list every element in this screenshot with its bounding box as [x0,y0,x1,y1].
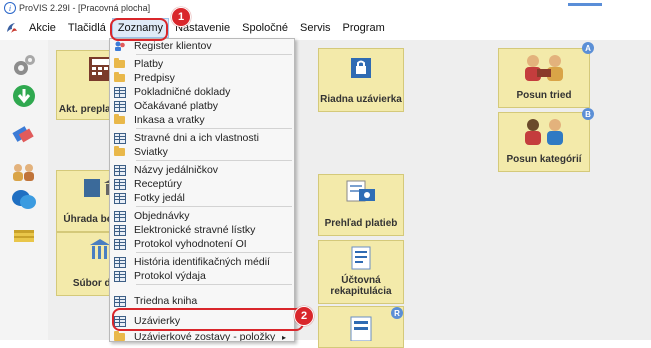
submenu-arrow-icon: ▸ [281,332,286,342]
grid-icon [113,238,126,251]
tile-prehlad-platieb[interactable]: Prehľad platieb [318,174,404,236]
step-badge-2: 2 [294,306,314,326]
menu-item-predpisy[interactable]: Predpisy [110,71,294,85]
grid-icon [113,224,126,237]
menu-item-pokladnicne-doklady[interactable]: Pokladničné doklady [110,85,294,99]
menu-item-objednavky[interactable]: Objednávky [110,209,294,223]
users-icon [113,40,126,53]
menu-separator [136,252,292,253]
chat-bubbles-icon[interactable] [10,186,38,214]
tile-riadna-label: Riadna uzávierka [320,94,402,105]
folder-icon [113,72,126,85]
grid-icon [113,132,126,145]
window-title: ProVIS 2.29I - [Pracovná plocha] [19,3,151,13]
menu-item-triedna-kniha[interactable]: Triedna kniha [110,294,294,308]
people-group-icon[interactable] [10,158,38,186]
grid-icon [113,256,126,269]
callout-highlight-zoznamy [110,18,168,41]
category-shift-icon [521,117,567,150]
zoznamy-dropdown-menu: Register klientov Platby Predpisy Poklad… [109,38,295,342]
grid-icon [113,210,126,223]
menu-item-ocakavane-platby[interactable]: Očakávané platby [110,99,294,113]
menu-item-stravne-dni[interactable]: Stravné dni a ich vlastnosti [110,131,294,145]
info-app-icon: i [4,2,16,14]
menu-program[interactable]: Program [337,18,391,38]
window-accent-bar [568,3,602,6]
coins-icon[interactable] [10,222,38,250]
menu-item-platby[interactable]: Platby [110,57,294,71]
tile-posun-tried-label: Posun tried [516,90,572,101]
badge-r: R [391,307,403,319]
grid-icon [113,164,126,177]
settings-gears-icon[interactable] [10,52,38,80]
grid-icon [113,192,126,205]
grid-icon [113,270,126,283]
menu-separator [136,160,292,161]
callout-highlight-uzavierky [112,308,304,331]
menu-item-historia-identifikacnych-medii[interactable]: História identifikačných médií [110,255,294,269]
menu-item-inkasa-a-vratky[interactable]: Inkasa a vratky [110,113,294,127]
grid-icon [113,100,126,113]
tile-uctovna-rekapitulacia[interactable]: Účtovná rekapitulácia [318,240,404,304]
menu-item-fotky-jedal[interactable]: Fotky jedál [110,191,294,205]
document-list-icon [348,245,374,276]
menu-bar: Akcie Tlačidlá Zoznamy Nastavenie Spoloč… [0,18,651,38]
grid-icon [113,86,126,99]
left-toolbar [0,40,48,340]
tile-posun-kategorii[interactable]: Posun kategórií [498,112,590,172]
menu-item-nazvy-jedalnickov[interactable]: Názvy jedálničkov [110,163,294,177]
menu-akcie[interactable]: Akcie [23,18,62,38]
menu-separator [136,54,292,55]
menu-item-uzavierkove-zostavy[interactable]: Uzávierkové zostavy - položky ▸ [110,330,294,342]
tile-prehlad-label: Prehľad platieb [324,218,398,229]
menu-item-elektronicke-stravne-listky[interactable]: Elektronické stravné lístky [110,223,294,237]
menu-separator [136,284,292,285]
menu-item-protokol-vyhodnoteni[interactable]: Protokol vyhodnotení OI [110,237,294,251]
provis-logo-icon [5,21,19,35]
badge-b: B [582,108,594,120]
tile-posun-kategorii-label: Posun kategórií [506,154,582,165]
grid-icon [113,178,126,191]
folder-icon [113,146,126,159]
tile-posun-tried[interactable]: Posun tried [498,48,590,108]
menu-separator [136,128,292,129]
menu-spolocne[interactable]: Spoločné [236,18,294,38]
grid-icon [113,295,126,308]
menu-item-receptury[interactable]: Receptúry [110,177,294,191]
menu-item-sviatky[interactable]: Sviatky [110,145,294,159]
step-badge-1: 1 [171,7,191,27]
folder-icon [113,58,126,71]
exchange-icon[interactable] [10,120,38,148]
download-icon[interactable] [10,82,38,110]
class-shift-icon [521,53,567,86]
payments-overview-icon [345,179,377,208]
title-bar: i ProVIS 2.29I - [Pracovná plocha] [0,0,651,16]
folder-icon [113,331,126,341]
menu-item-register-klientov[interactable]: Register klientov [110,39,294,53]
menu-separator [136,206,292,207]
menu-servis[interactable]: Servis [294,18,337,38]
tile-uctovna-label: Účtovná rekapitulácia [330,275,392,297]
lock-calendar-icon [348,55,374,84]
menu-tlacidla[interactable]: Tlačidlá [62,18,112,38]
badge-a: A [582,42,594,54]
folder-icon [113,114,126,127]
tile-riadna-uzavierka[interactable]: Riadna uzávierka [318,48,404,112]
menu-item-protokol-vydaja[interactable]: Protokol výdaja [110,269,294,283]
